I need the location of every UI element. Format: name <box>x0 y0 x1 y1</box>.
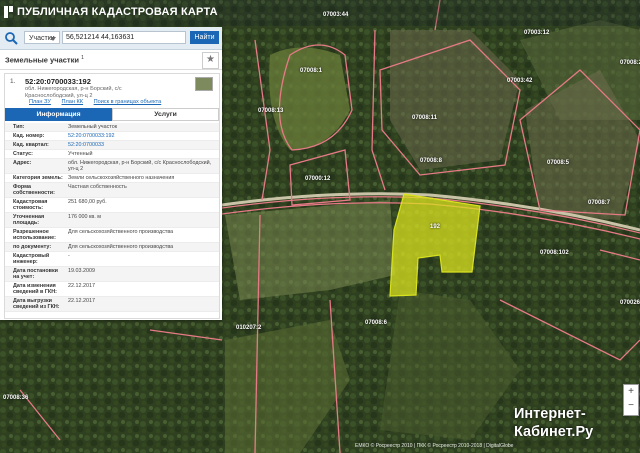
info-row: Уточненная площадь: 176 000 кв. м <box>5 213 219 228</box>
info-key: Тип: <box>13 124 25 130</box>
watermark-line1: Интернет- <box>514 406 586 422</box>
tab-services[interactable]: Услуги <box>112 108 219 121</box>
info-key: Статус: <box>13 151 33 157</box>
info-value: Земельный участок <box>68 124 118 130</box>
info-key: Дата выгрузки сведений из ГКН: <box>13 298 60 310</box>
result-cadastral-number[interactable]: 52:20:0700033:192 <box>25 77 91 86</box>
map-label[interactable]: 07008:11 <box>412 115 437 121</box>
info-value: Для сельскохозяйственного производства <box>68 229 174 235</box>
link-search-in-bounds[interactable]: Поиск в границах объекта <box>94 99 162 105</box>
info-key: Кад. номер: <box>13 133 45 139</box>
search-row: Участки 56,521214 44,163631 Найти <box>0 27 222 50</box>
info-key: Кадастровый инженер: <box>13 253 50 265</box>
watermark-line2: Кабинет.Ру <box>514 424 594 440</box>
info-row: Форма собственности: Частная собственност… <box>5 183 219 198</box>
info-value: Частная собственность <box>68 184 127 190</box>
info-key: Уточненная площадь: <box>13 214 45 226</box>
info-value: 251 680,00 руб. <box>68 199 107 205</box>
info-value[interactable]: 52:20:0700033:192 <box>65 132 219 140</box>
info-row: Кадастровая стоимость: 251 680,00 руб. <box>5 198 219 213</box>
map-label[interactable]: 07008:13 <box>258 108 283 114</box>
info-key: Дата постановки на учет: <box>13 268 58 280</box>
info-key: Форма собственности: <box>13 184 55 196</box>
star-icon[interactable]: ★ <box>202 52 219 69</box>
app-logo: ПУБЛИЧНАЯ КАДАСТРОВАЯ КАРТА <box>4 6 218 18</box>
section-title: Земельные участки 1 <box>5 55 84 65</box>
info-key: Адрес: <box>13 160 32 166</box>
app-title: ПУБЛИЧНАЯ КАДАСТРОВАЯ КАРТА <box>17 6 218 18</box>
info-value: 22.12.2017 <box>68 283 95 289</box>
map-label[interactable]: 07008:6 <box>365 320 387 326</box>
info-row: Дата изменения сведений в ГКН: 22.12.2017 <box>5 282 219 297</box>
link-plan-kk[interactable]: План КК <box>61 99 83 105</box>
info-row: Кадастровый инженер: - <box>5 252 219 267</box>
info-key: Кадастровая стоимость: <box>13 199 48 211</box>
info-key: Разрешенное использование: <box>13 229 56 241</box>
find-button[interactable]: Найти <box>190 31 219 44</box>
map-attribution: ЕМКО © Росреестр 2010 | ПКК © Росреестр … <box>355 443 514 449</box>
map-label[interactable]: 07008:7 <box>588 200 610 206</box>
info-value: Для сельскохозяйственного производства <box>68 244 174 250</box>
result-index: 1. <box>10 78 16 85</box>
rosreestr-logo-icon <box>4 6 13 18</box>
info-row: Кад. квартал: 52:20:0700033 <box>5 141 219 150</box>
map-label[interactable]: 07008:5 <box>547 160 569 166</box>
info-value[interactable]: 52:20:0700033 <box>65 141 219 149</box>
section-header: Земельные участки 1 ★ <box>0 50 222 70</box>
map-label[interactable]: 07008:2 <box>620 60 640 66</box>
map-label[interactable]: 010207:2 <box>236 325 261 331</box>
info-row: по документу: Для сельскохозяйственного п… <box>5 243 219 252</box>
info-key: Дата изменения сведений в ГКН: <box>13 283 57 295</box>
result-address: обл. Нижегородская, р-н Борский, с/с Кра… <box>25 86 122 99</box>
top-bar: ПУБЛИЧНАЯ КАДАСТРОВАЯ КАРТА <box>0 0 640 26</box>
tab-information[interactable]: Информация <box>5 108 112 121</box>
map-label[interactable]: 07003:42 <box>507 78 532 84</box>
info-value: 176 000 кв. м <box>68 214 101 220</box>
search-icon[interactable] <box>4 31 18 45</box>
info-key: Категория земель: <box>13 175 63 181</box>
map-label[interactable]: 070026:6 <box>620 300 640 306</box>
info-row: Дата постановки на учет: 19.03.2009 <box>5 267 219 282</box>
zoom-control[interactable]: + − <box>623 384 639 416</box>
info-row: Тип: Земельный участок <box>5 123 219 132</box>
tabs: Информация Услуги <box>5 108 219 121</box>
map-label[interactable]: 07000:12 <box>305 176 330 182</box>
info-row: Статус: Учтенный <box>5 150 219 159</box>
info-row: Категория земель: Земли сельскохозяйствен… <box>5 174 219 183</box>
category-select[interactable]: Участки <box>24 31 60 44</box>
map-label[interactable]: 07003:44 <box>323 12 348 18</box>
info-key: по документу: <box>13 244 52 250</box>
result-card: 1. 52:20:0700033:192 обл. Нижегородская,… <box>4 73 220 319</box>
info-value: - <box>68 253 70 259</box>
info-value: 19.03.2009 <box>68 268 95 274</box>
parcel-thumbnail[interactable] <box>195 77 213 91</box>
link-plan-zu[interactable]: План ЗУ <box>29 99 51 105</box>
map-label[interactable]: 07003:12 <box>524 30 549 36</box>
map-label[interactable]: 07008:1 <box>300 68 322 74</box>
info-row: Кад. номер: 52:20:0700033:192 <box>5 132 219 141</box>
section-count: 1 <box>81 55 84 61</box>
info-value: 22.12.2017 <box>68 298 95 304</box>
info-row: Разрешенное использование: Для сельскохоз… <box>5 228 219 243</box>
map-label[interactable]: 07008:102 <box>540 250 569 256</box>
info-value: обл. Нижегородская, р-н Борский, с/с Кра… <box>68 160 212 172</box>
info-key: Кад. квартал: <box>13 142 49 148</box>
result-links: План ЗУ План КК Поиск в границах объекта <box>29 99 170 105</box>
info-value: Земли сельскохозяйственного назначения <box>68 175 175 181</box>
map-label[interactable]: 192 <box>430 224 440 230</box>
map-label[interactable]: 07008:36 <box>3 395 28 401</box>
map-label[interactable]: 07008:8 <box>420 158 442 164</box>
chevron-down-icon <box>50 37 56 41</box>
info-table: Тип: Земельный участок Кад. номер: 52:20:07… <box>5 123 219 312</box>
info-row: Адрес: обл. Нижегородская, р-н Борский, с… <box>5 159 219 174</box>
search-input[interactable]: 56,521214 44,163631 <box>62 31 186 44</box>
info-row: Дата выгрузки сведений из ГКН: 22.12.2017 <box>5 297 219 312</box>
info-value: Учтенный <box>68 151 93 157</box>
search-panel: Участки 56,521214 44,163631 Найти Земель… <box>0 27 222 320</box>
